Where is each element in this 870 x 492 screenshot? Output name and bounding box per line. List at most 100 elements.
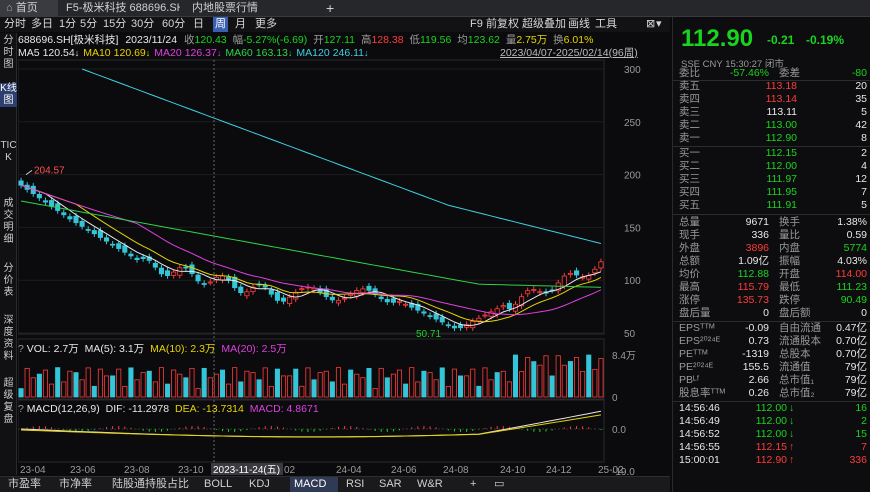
tick-vol: 2 bbox=[861, 415, 867, 427]
volume-bar bbox=[561, 364, 567, 398]
price-axis-label: 200 bbox=[624, 171, 641, 182]
price-axis-label: 300 bbox=[624, 65, 641, 76]
nav-2[interactable]: TICK bbox=[0, 140, 17, 164]
period-0[interactable]: 分时 bbox=[4, 17, 26, 32]
ask-row: 卖四 113.14 35 bbox=[677, 93, 867, 106]
cell: 115.79 bbox=[737, 281, 769, 293]
volume-bar bbox=[525, 357, 531, 398]
candle-body bbox=[500, 305, 506, 308]
volume-bar bbox=[360, 377, 366, 398]
indicator-tab-1[interactable]: 市净率 bbox=[55, 477, 96, 492]
tab-stock[interactable]: F5-极米科技 688696.SH bbox=[60, 0, 180, 17]
candle-body bbox=[378, 296, 384, 300]
indicator-tab-2[interactable]: 陆股通持股占比 bbox=[108, 477, 193, 492]
volume-bar bbox=[219, 369, 226, 398]
nav-3[interactable]: 成交明细 bbox=[0, 198, 17, 246]
max-marker bbox=[25, 169, 33, 176]
indicator-tab-3[interactable]: BOLL bbox=[200, 477, 236, 492]
stat-row: 外盘 3896 内盘 5774 bbox=[677, 242, 867, 255]
cell: 总量 bbox=[679, 216, 700, 228]
volume-bar bbox=[61, 381, 67, 398]
period-10[interactable]: 更多 bbox=[255, 17, 277, 32]
volume-bar bbox=[165, 383, 171, 398]
candle-body bbox=[103, 237, 110, 242]
chart-area[interactable]: 300 250 200 150 100 50 204.57 50.71 8.4万 0 0.0 -19.… bbox=[18, 33, 670, 475]
toolbar-right-1[interactable]: 前复权 bbox=[486, 17, 519, 32]
volume-bar bbox=[36, 373, 42, 398]
cell: 内盘 bbox=[779, 242, 800, 254]
period-1[interactable]: 多日 bbox=[31, 17, 53, 32]
cell: 112.90 bbox=[765, 132, 797, 144]
volume-bar bbox=[396, 369, 403, 398]
indicator-tab-6[interactable]: RSI bbox=[342, 477, 368, 492]
x-axis-label: 2023-11-24(五) bbox=[213, 465, 280, 475]
candle-body bbox=[299, 288, 305, 291]
tick-vol: 15 bbox=[855, 428, 867, 440]
period-3[interactable]: 5分 bbox=[80, 17, 97, 32]
vol-value: VOL: 2.7万 bbox=[26, 343, 79, 355]
ma120-line bbox=[81, 68, 602, 244]
candle-body bbox=[207, 281, 213, 284]
volume-bar bbox=[439, 367, 445, 398]
tab-market[interactable]: 内地股票行情 bbox=[186, 0, 306, 17]
candle-body bbox=[122, 245, 128, 253]
arrow-up-icon: ↑ bbox=[789, 441, 795, 453]
close-icon[interactable]: ⊠ bbox=[646, 17, 655, 32]
period-6[interactable]: 60分 bbox=[162, 17, 185, 32]
nav-4[interactable]: 分价表 bbox=[0, 263, 17, 299]
tab-home[interactable]: ⌂ 首页 bbox=[0, 0, 58, 17]
indicator-tab-8[interactable]: W&R bbox=[413, 477, 447, 492]
volume-bar bbox=[128, 367, 134, 398]
period-9[interactable]: 月 bbox=[235, 17, 246, 32]
cell: 79亿 bbox=[844, 374, 867, 386]
date-range[interactable]: 2023/04/07-2025/02/14(96周) bbox=[500, 47, 638, 60]
volume-bar bbox=[354, 373, 360, 398]
indicator-tab-7[interactable]: SAR bbox=[375, 477, 406, 492]
tick-price: 112.15 bbox=[755, 441, 787, 453]
volume-bar bbox=[482, 367, 488, 398]
add-indicator-button[interactable]: + bbox=[466, 477, 480, 492]
x-axis-label: 24-06 bbox=[391, 465, 417, 475]
cell: 35 bbox=[855, 93, 867, 105]
candle-body bbox=[427, 315, 433, 318]
indicator-tab-4[interactable]: KDJ bbox=[245, 477, 274, 492]
order-ratio: 委比 -57.46% 委差 -80 bbox=[677, 67, 867, 80]
volume-bar bbox=[500, 370, 506, 398]
cell: 12 bbox=[855, 173, 867, 185]
volume-bar bbox=[18, 388, 24, 398]
nav-0[interactable]: 分时图 bbox=[0, 35, 17, 71]
quote-open-label: 开 bbox=[313, 34, 324, 46]
period-7[interactable]: 日 bbox=[193, 17, 204, 32]
cell: 卖一 bbox=[679, 132, 700, 144]
nav-5[interactable]: 深度资料 bbox=[0, 315, 17, 363]
candle-body bbox=[219, 275, 226, 281]
indicator-tab-5[interactable]: MACD bbox=[290, 477, 338, 492]
macd-value: MACD: 4.8671 bbox=[249, 403, 319, 415]
nav-6[interactable]: 超级复盘 bbox=[0, 378, 17, 426]
period-8[interactable]: 周 bbox=[213, 17, 228, 32]
toolbar-right-3[interactable]: 画线 bbox=[568, 17, 590, 32]
price-axis-label: 150 bbox=[624, 223, 641, 234]
volume-bar bbox=[512, 354, 519, 398]
cell: 0.59 bbox=[846, 229, 867, 241]
period-5[interactable]: 30分 bbox=[131, 17, 154, 32]
toolbar-right-0[interactable]: F9 bbox=[470, 17, 483, 32]
cell: 155.5 bbox=[742, 361, 769, 373]
indicator-tab-0[interactable]: 市盈率 bbox=[4, 477, 45, 492]
cell: 336 bbox=[751, 229, 769, 241]
candle-body bbox=[73, 215, 79, 224]
volume-bar bbox=[268, 385, 274, 398]
period-4[interactable]: 15分 bbox=[103, 17, 126, 32]
nav-1[interactable]: K线图 bbox=[0, 83, 17, 107]
cell: 最高 bbox=[679, 281, 700, 293]
add-tab-button[interactable]: + bbox=[320, 0, 340, 17]
cell: 卖三 bbox=[679, 106, 700, 118]
toolbar-right-4[interactable]: 工具 bbox=[595, 17, 617, 32]
toolbar-right-2[interactable]: 超级叠加 bbox=[522, 17, 566, 32]
period-2[interactable]: 1分 bbox=[59, 17, 76, 32]
collapse-icon[interactable]: ▭ bbox=[490, 477, 508, 492]
volume-bar bbox=[274, 368, 280, 398]
cell: PBᴸᶠ bbox=[679, 374, 700, 386]
chevron-down-icon[interactable]: ▾ bbox=[656, 17, 662, 32]
last-price: 112.90 bbox=[681, 25, 754, 52]
